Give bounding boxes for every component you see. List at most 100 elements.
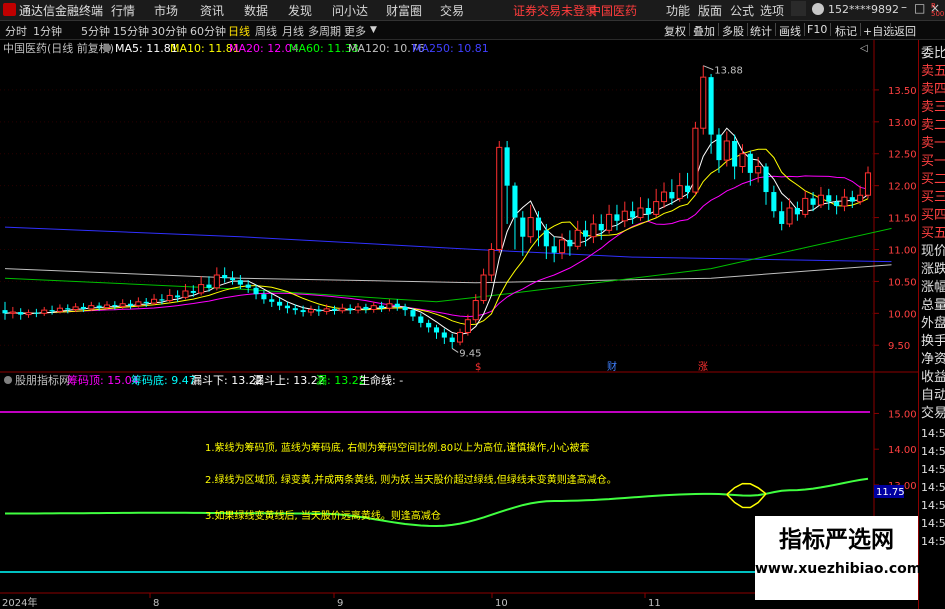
event-marker-finance[interactable]: 财	[607, 360, 617, 373]
candle-body	[135, 301, 142, 307]
menu-shichang[interactable]: 市场	[154, 2, 178, 19]
event-marker-dividend[interactable]: $	[475, 362, 481, 373]
menu-jiaoyi[interactable]: 交易	[440, 2, 464, 19]
tab-5min[interactable]: 5分钟	[81, 23, 110, 39]
side-buy2[interactable]: 买二	[921, 172, 945, 188]
candle-body	[567, 239, 573, 247]
candle-body	[723, 140, 730, 161]
zoom-out-icon[interactable]: ◁	[860, 43, 868, 54]
candle-body	[307, 308, 315, 313]
candle-body	[614, 214, 620, 221]
candle-body	[630, 211, 636, 218]
candle-body	[151, 298, 158, 304]
side-buy4[interactable]: 买四	[921, 208, 945, 224]
candle-body	[433, 327, 440, 333]
tab-30min[interactable]: 30分钟	[151, 23, 187, 39]
side-buy5[interactable]: 买五	[921, 226, 945, 242]
multi-stock-button[interactable]: 多股	[722, 23, 744, 39]
draw-line-button[interactable]: 画线	[779, 23, 801, 39]
side-sell1[interactable]: 卖一	[921, 136, 945, 152]
minimize-icon[interactable]: –	[901, 0, 907, 14]
side-change[interactable]: 涨跌	[921, 262, 945, 278]
indicator-settings-icon[interactable]	[4, 376, 12, 384]
side-eps[interactable]: 收益	[921, 370, 945, 386]
side-change-pct[interactable]: 涨幅	[921, 280, 945, 296]
menu-zixun[interactable]: 资讯	[200, 2, 224, 19]
side-outer[interactable]: 外盘	[921, 316, 945, 332]
menu-faxian[interactable]: 发现	[288, 2, 312, 19]
candle-body	[166, 294, 173, 302]
maximize-icon[interactable]: □	[914, 1, 925, 15]
restore-rights-button[interactable]: 复权	[664, 23, 686, 39]
date-label-aug: 8	[153, 598, 159, 609]
tab-monthly[interactable]: 月线	[282, 23, 304, 39]
side-volume[interactable]: 总量	[921, 298, 945, 314]
tab-daily[interactable]: 日线	[228, 23, 250, 39]
candle-body	[660, 191, 668, 203]
f10-button[interactable]: F10	[807, 23, 827, 36]
price-tick-label: 13.50	[888, 86, 917, 97]
chart-title: 中国医药(日线 前复权)	[3, 41, 114, 55]
toolbar-divider	[830, 23, 831, 36]
side-price[interactable]: 现价	[921, 244, 945, 260]
tab-more[interactable]: 更多	[344, 23, 366, 39]
lifeline-label: 生命线: -	[359, 373, 403, 387]
statistics-button[interactable]: 统计	[750, 23, 772, 39]
watermark-box: 指标严选网 www.xuezhibiao.com	[755, 516, 921, 600]
candle-body	[583, 230, 589, 237]
menu-hangqing[interactable]: 行情	[111, 2, 135, 19]
side-sell3[interactable]: 卖三	[921, 100, 945, 116]
tab-fenshi[interactable]: 分时	[5, 23, 27, 39]
indicator-tick-label: 14.00	[888, 445, 917, 456]
tab-15min[interactable]: 15分钟	[113, 23, 149, 39]
price-tick-label: 11.00	[888, 245, 917, 256]
current-value: 11.75	[876, 487, 905, 498]
side-sell5[interactable]: 卖五	[921, 64, 945, 80]
side-auto[interactable]: 自动	[921, 388, 945, 404]
side-net-assets[interactable]: 净资	[921, 352, 945, 368]
side-turnover[interactable]: 换手	[921, 334, 945, 350]
menu-wenxiaoda[interactable]: 问小达	[332, 2, 368, 19]
candle-body	[198, 284, 205, 294]
candle-body	[739, 153, 746, 168]
ma5-label: MA5: 11.81	[115, 42, 178, 55]
candle-body	[669, 192, 675, 199]
bell-icon[interactable]	[791, 1, 806, 16]
chart-settings-icon[interactable]	[103, 44, 111, 52]
ma20-line	[4, 175, 869, 318]
candle-body	[112, 305, 118, 307]
side-trade[interactable]: 交易	[921, 406, 945, 422]
menu-gongshi[interactable]: 公式	[730, 2, 754, 19]
candle-body	[394, 303, 400, 307]
tab-60min[interactable]: 60分钟	[190, 23, 226, 39]
candle-body	[175, 295, 181, 298]
menu-xuanxiang[interactable]: 选项	[760, 2, 784, 19]
user-avatar-icon[interactable]	[812, 3, 824, 15]
mark-button[interactable]: 标记	[835, 23, 857, 39]
side-weibi[interactable]: 委比	[921, 46, 945, 62]
login-notice[interactable]: 证券交易未登录	[513, 2, 597, 19]
menu-gongneng[interactable]: 功能	[666, 2, 690, 19]
tab-weekly[interactable]: 周线	[255, 23, 277, 39]
candle-body	[354, 306, 362, 311]
event-marker-limit-up[interactable]: 涨	[698, 361, 708, 373]
menu-shuju[interactable]: 数据	[244, 2, 268, 19]
more-chevron-icon[interactable]: ▼	[370, 25, 377, 35]
side-time: 14:56	[921, 445, 945, 458]
tab-1min[interactable]: 1分钟	[33, 23, 62, 39]
back-button[interactable]: 返回	[894, 23, 916, 39]
candle-body	[464, 319, 471, 333]
menu-banmian[interactable]: 版面	[698, 2, 722, 19]
side-buy3[interactable]: 买三	[921, 190, 945, 206]
candle-body	[143, 301, 149, 304]
candlestick-series	[2, 65, 872, 349]
side-sell2[interactable]: 卖二	[921, 118, 945, 134]
side-sell4[interactable]: 卖四	[921, 82, 945, 98]
overlay-button[interactable]: 叠加	[693, 23, 715, 39]
tab-multi-period[interactable]: 多周期	[308, 23, 341, 39]
indicator-note-1: 1.紫线为筹码顶, 蓝线为筹码底, 右侧为筹码空间比例.80以上为高位,谨慎操作…	[205, 441, 590, 454]
account-id[interactable]: 152****9892	[828, 3, 899, 16]
menu-caifuquan[interactable]: 财富圈	[386, 2, 422, 19]
side-time: 14:56	[921, 427, 945, 440]
side-buy1[interactable]: 买一	[921, 154, 945, 170]
